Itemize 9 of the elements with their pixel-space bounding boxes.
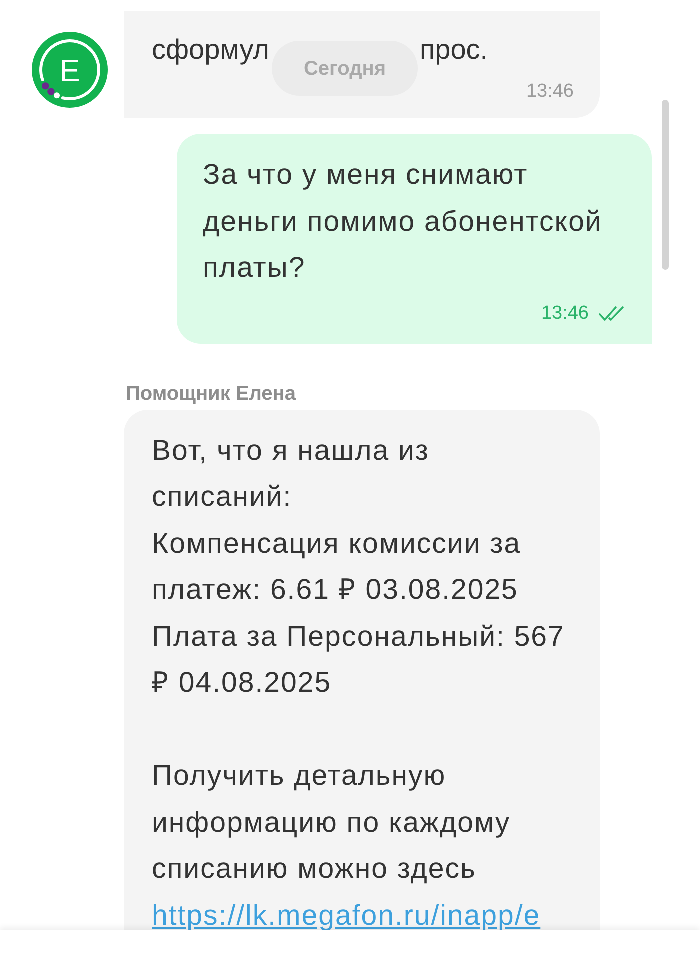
message-time: 13:46 (541, 302, 589, 326)
message-text: сформул (152, 33, 270, 67)
sender-name: Помощник Елена (126, 382, 296, 406)
avatar-icon: Е (32, 32, 108, 108)
message-text: прос. (420, 33, 488, 67)
message-time: 13:46 (526, 80, 574, 104)
scrollbar-thumb[interactable] (662, 100, 669, 270)
message-text: За что у меня снимают деньги помимо абонентской платы? (203, 158, 602, 286)
date-chip: Сегодня (272, 41, 418, 96)
